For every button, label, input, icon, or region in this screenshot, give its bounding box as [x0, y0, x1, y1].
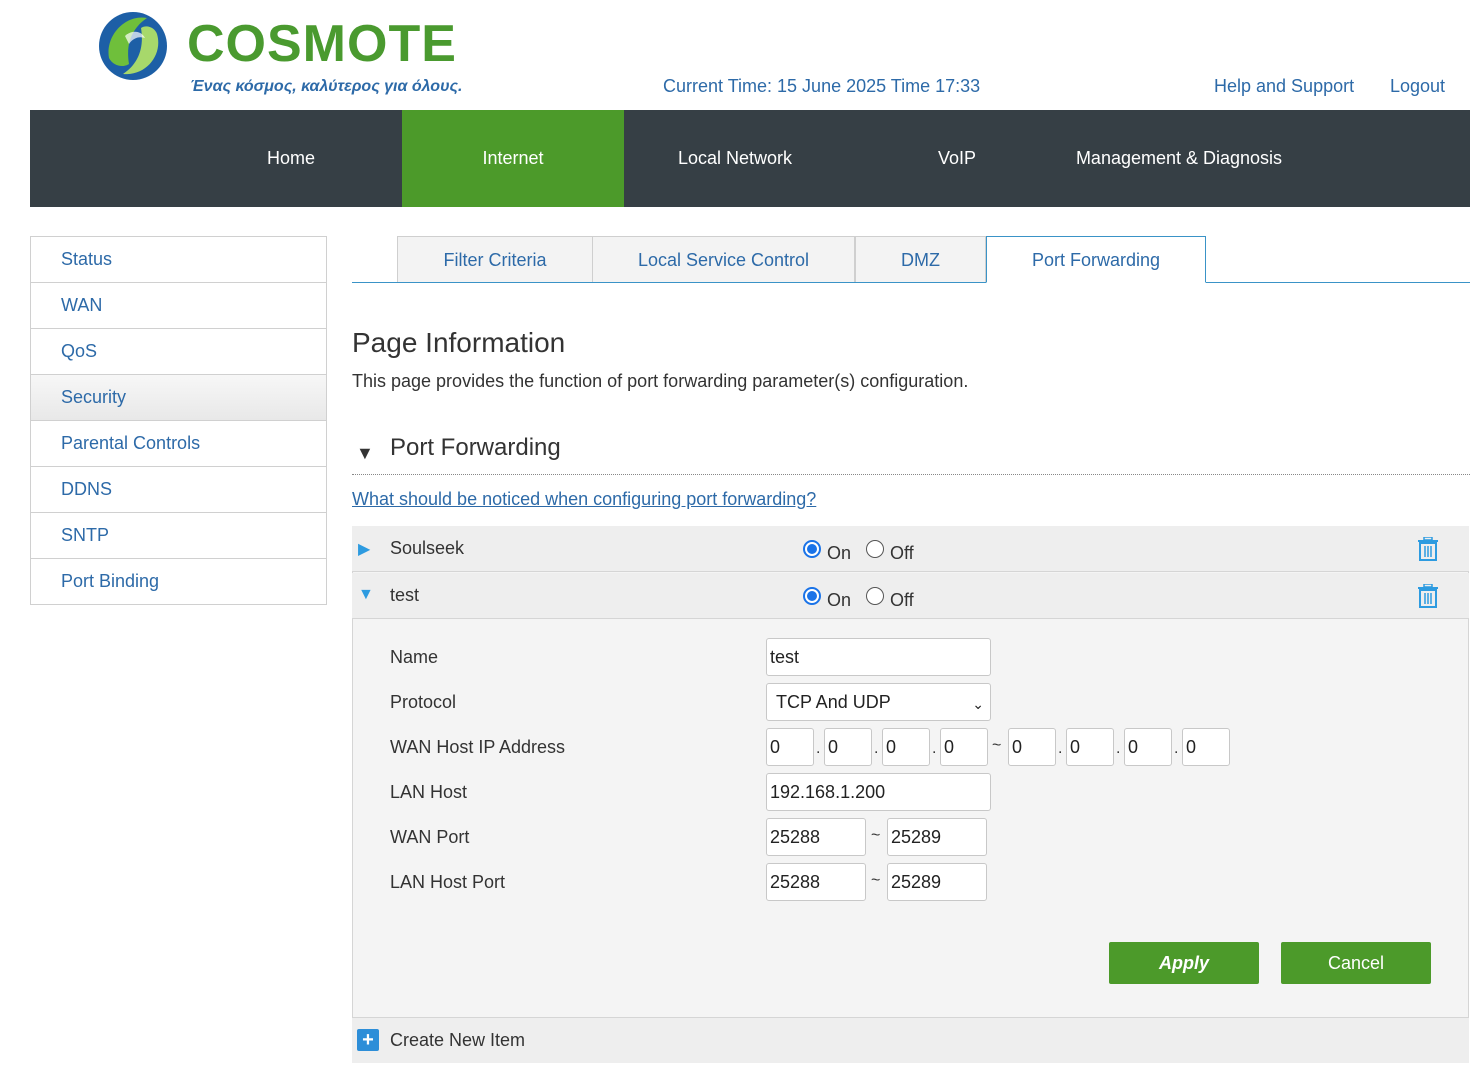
name-field[interactable]: test	[766, 638, 991, 676]
brand-slogan: Ένας κόσμος, καλύτερος για όλους.	[190, 78, 463, 95]
range-tilde: ~	[871, 827, 881, 844]
sidebar: Status WAN QoS Security Parental Control…	[30, 236, 327, 605]
rule-off-label: Off	[890, 590, 914, 610]
rule-name: Soulseek	[390, 538, 465, 558]
logout-link[interactable]: Logout	[1390, 76, 1445, 97]
ip-dot: .	[874, 740, 879, 757]
section-divider	[352, 474, 1470, 475]
sidebar-item-ddns[interactable]: DDNS	[31, 467, 326, 513]
chevron-down-icon: ⌄	[972, 696, 984, 712]
cancel-button[interactable]: Cancel	[1281, 942, 1431, 984]
rule-off-label: Off	[890, 543, 914, 563]
tab-dmz[interactable]: DMZ	[855, 236, 986, 282]
sidebar-item-sntp[interactable]: SNTP	[31, 513, 326, 559]
plus-icon[interactable]: +	[357, 1029, 379, 1051]
sidebar-item-status[interactable]: Status	[31, 237, 326, 283]
page-description: This page provides the function of port …	[352, 371, 969, 391]
protocol-select[interactable]: TCP And UDP ⌄	[766, 683, 991, 721]
sidebar-item-security[interactable]: Security	[31, 375, 326, 421]
lan-port-label: LAN Host Port	[390, 872, 506, 892]
trash-icon[interactable]	[1417, 584, 1439, 608]
tab-filter-criteria[interactable]: Filter Criteria	[397, 236, 593, 282]
protocol-label: Protocol	[390, 692, 457, 712]
expand-arrow-icon[interactable]: ▶	[358, 539, 370, 559]
range-tilde: ~	[871, 872, 881, 889]
create-new-item-label: Create New Item	[390, 1030, 526, 1050]
nav-item-internet[interactable]: Internet	[402, 110, 624, 207]
protocol-selected-value: TCP And UDP	[776, 692, 891, 712]
rule-name: test	[390, 585, 420, 605]
ip-dot: .	[816, 740, 821, 757]
tab-port-forwarding[interactable]: Port Forwarding	[986, 236, 1206, 283]
lan-port-start-field[interactable]: 25288	[766, 863, 866, 901]
section-title: Port Forwarding	[390, 434, 561, 461]
rule-off-radio[interactable]	[866, 587, 884, 605]
rule-off-radio[interactable]	[866, 540, 884, 558]
wan-ip-start-octet-3[interactable]: 0	[882, 728, 930, 766]
sidebar-item-parental-controls[interactable]: Parental Controls	[31, 421, 326, 467]
collapse-arrow-icon[interactable]: ▼	[358, 586, 374, 604]
wan-ip-start-octet-4[interactable]: 0	[940, 728, 988, 766]
wan-ip-end-octet-2[interactable]: 0	[1066, 728, 1114, 766]
ip-dot: .	[1058, 740, 1063, 757]
collapse-arrow-icon[interactable]: ▼	[356, 443, 374, 464]
sidebar-item-port-binding[interactable]: Port Binding	[31, 559, 326, 605]
rule-row-soulseek[interactable]: ▶ Soulseek On Off	[352, 526, 1469, 572]
lan-host-field[interactable]: 192.168.1.200	[766, 773, 991, 811]
wan-port-start-field[interactable]: 25288	[766, 818, 866, 856]
nav-item-local-network[interactable]: Local Network	[624, 110, 846, 207]
wan-port-end-field[interactable]: 25289	[887, 818, 987, 856]
lan-port-end-field[interactable]: 25289	[887, 863, 987, 901]
create-new-item-row[interactable]: + Create New Item	[352, 1017, 1469, 1063]
wan-port-label: WAN Port	[390, 827, 470, 847]
ip-dot: .	[1174, 740, 1179, 757]
ip-dot: .	[1116, 740, 1121, 757]
wan-ip-label: WAN Host IP Address	[390, 737, 566, 757]
page-title: Page Information	[352, 327, 566, 358]
name-label: Name	[390, 647, 439, 667]
rule-on-radio[interactable]	[803, 587, 821, 605]
rule-on-label: On	[827, 543, 852, 563]
rule-row-test[interactable]: ▼ test On Off	[352, 573, 1469, 619]
notice-link[interactable]: What should be noticed when configuring …	[352, 489, 816, 510]
tab-local-service-control[interactable]: Local Service Control	[592, 236, 855, 282]
sidebar-item-wan[interactable]: WAN	[31, 283, 326, 329]
wan-ip-start-octet-2[interactable]: 0	[824, 728, 872, 766]
rule-on-label: On	[827, 590, 852, 610]
wan-ip-end-octet-4[interactable]: 0	[1182, 728, 1230, 766]
nav-item-voip[interactable]: VoIP	[846, 110, 1068, 207]
cosmote-logo-icon	[99, 12, 167, 80]
help-and-support-link[interactable]: Help and Support	[1214, 76, 1354, 97]
ip-dot: .	[932, 740, 937, 757]
sidebar-item-qos[interactable]: QoS	[31, 329, 326, 375]
wan-ip-end-octet-3[interactable]: 0	[1124, 728, 1172, 766]
range-tilde: ~	[992, 737, 1002, 754]
main-nav: Home Internet Local Network VoIP Managem…	[30, 110, 1470, 207]
wan-ip-start-octet-1[interactable]: 0	[766, 728, 814, 766]
lan-host-label: LAN Host	[390, 782, 468, 802]
trash-icon[interactable]	[1417, 537, 1439, 561]
rule-on-radio[interactable]	[803, 540, 821, 558]
apply-button[interactable]: Apply	[1109, 942, 1259, 984]
wan-ip-end-octet-1[interactable]: 0	[1008, 728, 1056, 766]
nav-item-management-diagnosis[interactable]: Management & Diagnosis	[1068, 110, 1290, 207]
nav-item-home[interactable]: Home	[180, 110, 402, 207]
current-time: Current Time: 15 June 2025 Time 17:33	[663, 76, 981, 96]
brand-name: COSMOTE	[187, 15, 457, 73]
cosmote-logo: COSMOTE Ένας κόσμος, καλύτερος για όλους…	[95, 6, 463, 101]
